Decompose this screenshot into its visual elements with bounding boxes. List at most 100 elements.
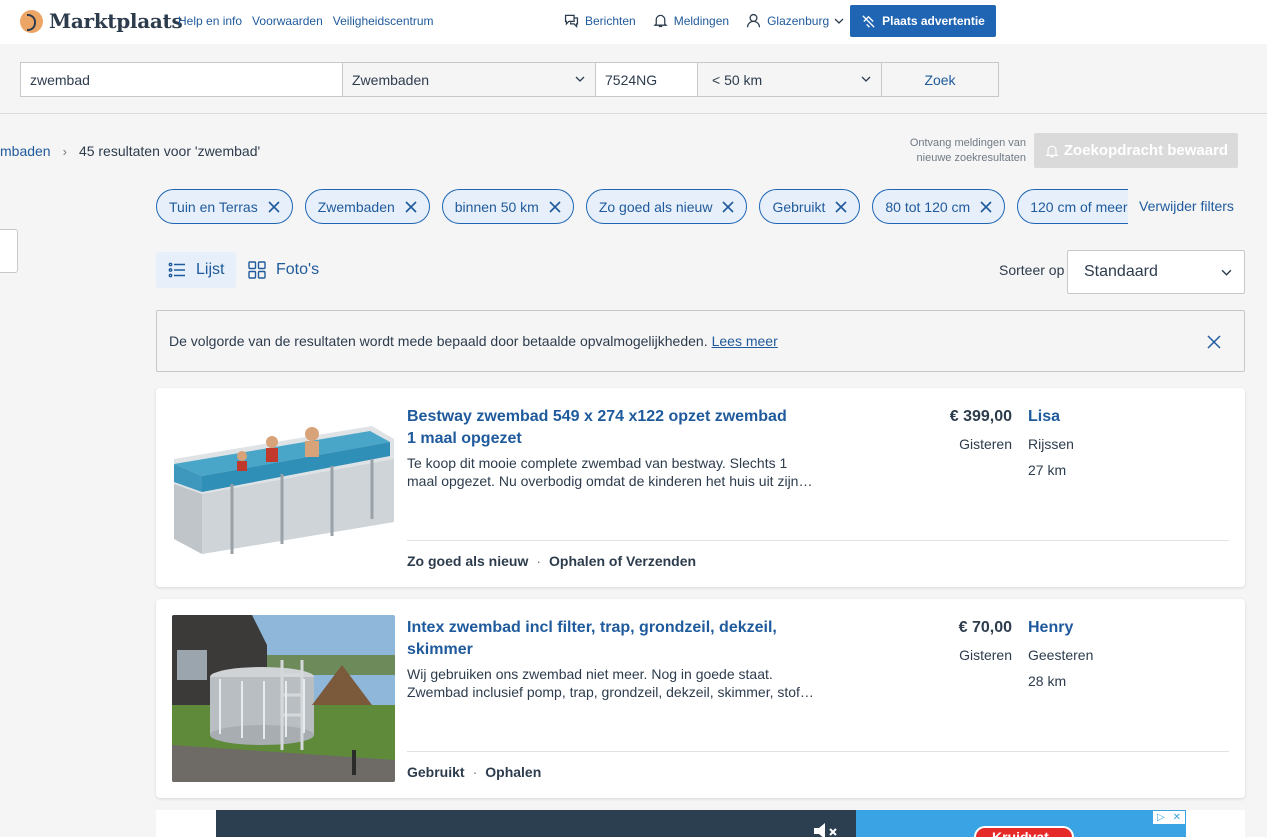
save-search-button[interactable]: Zoekopdracht bewaard bbox=[1034, 133, 1238, 168]
listing-photo-image bbox=[172, 404, 395, 571]
filter-chip[interactable]: Tuin en Terras bbox=[156, 189, 293, 224]
filter-chip[interactable]: binnen 50 km bbox=[441, 189, 574, 224]
terms-link[interactable]: Voorwaarden bbox=[252, 14, 323, 28]
results-count: 45 resultaten voor 'zwembad' bbox=[78, 143, 261, 159]
remove-filters-link[interactable]: Verwijder filters bbox=[1139, 198, 1234, 214]
listing-photo[interactable] bbox=[172, 615, 395, 782]
listing-seller[interactable]: Henry bbox=[1028, 619, 1073, 637]
filter-chip[interactable]: 80 tot 120 cm bbox=[872, 189, 1006, 224]
logo-text: Marktplaats bbox=[49, 9, 183, 33]
close-icon[interactable] bbox=[268, 200, 280, 213]
separator-dot: · bbox=[472, 764, 478, 780]
listing-photo[interactable] bbox=[172, 404, 395, 571]
filter-chip-label: 80 tot 120 cm bbox=[885, 198, 971, 215]
listing-distance: 28 km bbox=[1028, 673, 1067, 689]
list-icon bbox=[168, 262, 185, 278]
listing-delivery: Ophalen of Verzenden bbox=[549, 553, 697, 569]
list-view-label: Lijst bbox=[196, 261, 225, 278]
chevron-down-icon bbox=[1221, 269, 1232, 276]
mute-icon[interactable] bbox=[812, 820, 842, 837]
breadcrumb-separator-icon: › bbox=[62, 143, 67, 159]
ad-info-icon: ▷ bbox=[1156, 812, 1165, 823]
listing-seller[interactable]: Lisa bbox=[1028, 408, 1060, 426]
close-icon[interactable] bbox=[722, 200, 735, 213]
listing-divider bbox=[407, 540, 1229, 541]
listing-delivery: Ophalen bbox=[485, 764, 542, 780]
sort-select[interactable]: Standaard bbox=[1067, 250, 1245, 294]
sort-value: Standaard bbox=[1084, 263, 1158, 280]
postcode-input[interactable]: 7524NG bbox=[595, 62, 698, 97]
ranking-notice: De volgorde van de resultaten wordt mede… bbox=[156, 310, 1245, 372]
chevron-down-icon bbox=[861, 76, 871, 82]
sort-label: Sorteer op bbox=[999, 262, 1065, 278]
chevron-down-icon bbox=[834, 18, 844, 24]
user-name: Glazenburg bbox=[767, 13, 830, 28]
filter-chip-label: Zo goed als nieuw bbox=[598, 198, 713, 215]
listing-city: Rijssen bbox=[1028, 436, 1074, 452]
breadcrumb-parent-link[interactable]: mbaden bbox=[0, 143, 51, 159]
logo-icon bbox=[20, 9, 43, 33]
filter-chip[interactable]: Zo goed als nieuw bbox=[585, 189, 748, 224]
listing-attributes: Zo goed als nieuw · Ophalen of Verzenden bbox=[407, 553, 696, 569]
save-search-label: Zoekopdracht bewaard bbox=[1063, 142, 1229, 159]
advertisement-banner[interactable]: Kruidvat ▷ ✕ bbox=[216, 810, 1186, 837]
listing-title[interactable]: Intex zwembad incl filter, trap, grondze… bbox=[407, 617, 797, 661]
user-menu[interactable]: Glazenburg bbox=[745, 12, 844, 29]
listing-condition: Gebruikt bbox=[407, 764, 465, 780]
bell-icon bbox=[653, 14, 668, 28]
close-icon[interactable] bbox=[549, 200, 561, 213]
user-nav: Berichten Meldingen Glazenburg bbox=[563, 12, 844, 29]
megaphone-icon bbox=[862, 14, 875, 28]
ad-brand-badge: Kruidvat bbox=[974, 826, 1074, 837]
distance-select[interactable]: < 50 km bbox=[697, 62, 882, 97]
listing-title[interactable]: Bestway zwembad 549 x 274 x122 opzet zwe… bbox=[407, 406, 797, 450]
filter-chip[interactable]: 120 cm of meer bbox=[1017, 189, 1128, 224]
listing-card[interactable]: Bestway zwembad 549 x 274 x122 opzet zwe… bbox=[156, 388, 1245, 587]
close-icon[interactable] bbox=[405, 200, 417, 213]
list-view-toggle[interactable]: Lijst bbox=[156, 252, 236, 288]
help-link[interactable]: Help en info bbox=[178, 14, 242, 28]
listing-description: Wij gebruiken ons zwembad niet meer. Nog… bbox=[407, 666, 814, 700]
listing-photo-image bbox=[172, 615, 395, 782]
listing-distance: 27 km bbox=[1028, 462, 1067, 478]
ad-close-icon[interactable]: ✕ bbox=[1173, 812, 1181, 823]
sidebar-card-edge bbox=[0, 229, 18, 273]
filter-chip[interactable]: Gebruikt bbox=[759, 189, 861, 224]
filter-chips: Tuin en Terras Zwembaden binnen 50 km Zo… bbox=[156, 189, 1128, 225]
filter-chip-label: binnen 50 km bbox=[454, 198, 539, 215]
filter-chip-label: Tuin en Terras bbox=[169, 198, 258, 215]
listing-card[interactable]: Intex zwembad incl filter, trap, grondze… bbox=[156, 599, 1245, 798]
search-input[interactable]: zwembad bbox=[20, 62, 343, 97]
notice-more-link[interactable]: Lees meer bbox=[712, 333, 778, 349]
post-ad-label: Plaats advertentie bbox=[882, 14, 985, 28]
messages-label: Berichten bbox=[585, 13, 636, 28]
ad-brand-label: Kruidvat bbox=[992, 829, 1049, 837]
search-button[interactable]: Zoek bbox=[881, 62, 999, 97]
filter-chip-label: 120 cm of meer bbox=[1030, 198, 1128, 215]
notice-text: De volgorde van de resultaten wordt mede… bbox=[169, 333, 708, 349]
breadcrumb: mbaden › 45 resultaten voor 'zwembad' bbox=[0, 143, 260, 159]
grid-icon bbox=[248, 261, 266, 279]
filter-chip-label: Gebruikt bbox=[772, 198, 826, 215]
notifications-label: Meldingen bbox=[673, 13, 730, 28]
notifications-link[interactable]: Meldingen bbox=[652, 12, 729, 29]
photo-view-toggle[interactable]: Foto's bbox=[248, 252, 319, 288]
close-icon[interactable] bbox=[835, 200, 847, 213]
top-links: Help en info Voorwaarden Veiligheidscent… bbox=[178, 14, 434, 28]
listing-date: Gisteren bbox=[959, 436, 1012, 452]
close-icon[interactable] bbox=[980, 200, 992, 213]
category-value: Zwembaden bbox=[352, 71, 430, 88]
post-ad-button[interactable]: Plaats advertentie bbox=[850, 5, 996, 37]
safety-center-link[interactable]: Veiligheidscentrum bbox=[333, 14, 434, 28]
messages-link[interactable]: Berichten bbox=[563, 12, 636, 29]
close-icon[interactable] bbox=[1206, 334, 1222, 350]
saved-search-hint: Ontvang meldingen van nieuwe zoekresulta… bbox=[909, 137, 1026, 164]
listing-price: € 70,00 bbox=[958, 619, 1012, 636]
category-select[interactable]: Zwembaden bbox=[342, 62, 596, 97]
chat-bubbles-icon bbox=[564, 14, 579, 28]
ad-choices-icon[interactable]: ▷ ✕ bbox=[1152, 810, 1186, 825]
user-icon bbox=[746, 13, 761, 28]
filter-chip[interactable]: Zwembaden bbox=[304, 189, 430, 224]
marktplaats-logo[interactable]: Marktplaats bbox=[20, 9, 183, 33]
listing-city: Geesteren bbox=[1028, 647, 1094, 663]
